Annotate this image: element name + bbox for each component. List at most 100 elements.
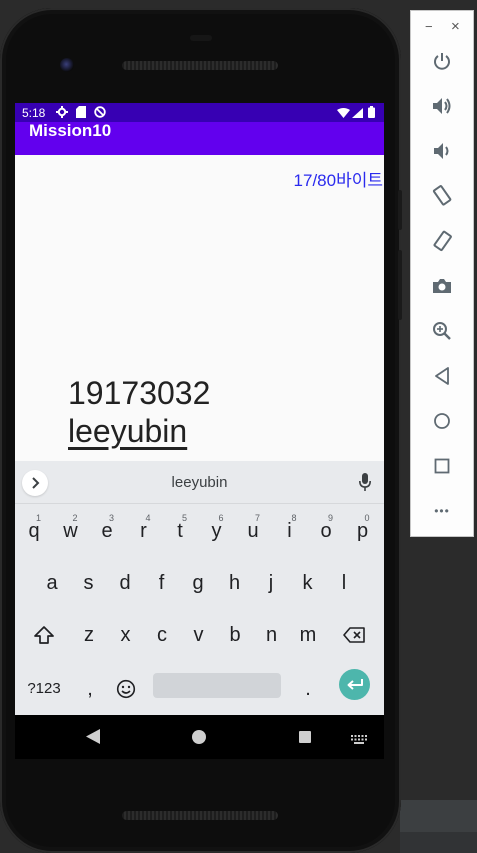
key-hint: 1 [35,513,41,523]
key-label: r [140,520,147,542]
symbols-key[interactable]: ?123 [25,667,63,711]
spacebar-key[interactable] [153,673,281,698]
key-f[interactable]: f [145,561,179,605]
key-x[interactable]: x [109,613,143,657]
action-bar: Mission10 [15,122,384,155]
key-hint: 7 [254,513,260,523]
key-hint: 6 [218,513,224,523]
key-label: w [63,520,78,542]
status-bar: 5:18 [15,103,384,122]
app-title: Mission10 [29,121,112,140]
navigation-bar [15,715,384,759]
settings-notification-icon [56,106,68,121]
key-j[interactable]: j [254,561,288,605]
back-icon[interactable] [430,364,454,388]
camera-icon[interactable] [430,274,454,298]
volume-side-button[interactable] [398,250,402,320]
key-v[interactable]: v [182,613,216,657]
battery-icon [368,106,375,121]
key-g[interactable]: g [181,561,215,605]
key-d[interactable]: d [108,561,142,605]
key-hint: 5 [181,513,187,523]
key-i[interactable]: 8i [273,509,307,553]
enter-key[interactable] [339,669,370,700]
shift-key[interactable] [27,613,61,657]
enter-icon [347,678,363,690]
key-w[interactable]: 2w [54,509,88,553]
zoom-icon[interactable] [430,319,454,343]
text-input-line-1[interactable]: 19173032 [68,375,210,412]
key-q[interactable]: 1q [17,509,51,553]
key-n[interactable]: n [255,613,289,657]
volume-up-icon[interactable] [430,94,454,118]
key-label: y [211,520,222,542]
bottom-speaker [122,811,278,820]
volume-down-icon[interactable] [430,139,454,163]
back-nav-icon[interactable] [85,729,101,750]
key-a[interactable]: a [35,561,69,605]
key-e[interactable]: 3e [90,509,124,553]
key-o[interactable]: 9o [309,509,343,553]
suggestion-word[interactable]: leeyubin [15,474,384,491]
key-hint: 8 [291,513,297,523]
earpiece-speaker [122,61,278,70]
data-saver-icon [94,106,106,121]
key-label: i [287,520,292,542]
key-z[interactable]: z [72,613,106,657]
text-input-line-2[interactable]: leeyubin [68,413,187,450]
home-icon[interactable] [430,409,454,433]
key-label: t [177,520,183,542]
minimize-button[interactable]: − [425,19,433,34]
close-button[interactable]: × [451,18,460,35]
recents-nav-icon[interactable] [299,731,311,743]
front-camera [60,58,74,72]
key-label: e [101,520,113,542]
key-b[interactable]: b [218,613,252,657]
key-u[interactable]: 7u [236,509,270,553]
key-label: u [247,520,259,542]
keyboard-switch-icon[interactable] [351,732,367,750]
period-key[interactable]: . [291,667,325,711]
power-icon[interactable] [430,49,454,73]
key-hint: 3 [108,513,114,523]
key-hint: 2 [72,513,78,523]
key-label: q [28,520,40,542]
key-s[interactable]: s [72,561,106,605]
home-nav-icon[interactable] [192,730,206,744]
emulator-toolbar: − × ••• [410,10,474,537]
key-t[interactable]: 5t [163,509,197,553]
power-side-button[interactable] [398,190,402,230]
key-h[interactable]: h [218,561,252,605]
more-options-icon[interactable]: ••• [430,499,454,523]
cell-signal-icon [352,107,363,121]
rotate-right-icon[interactable] [430,229,454,253]
proximity-sensor [190,35,212,41]
key-hint: 4 [145,513,151,523]
key-l[interactable]: l [327,561,361,605]
key-label: o [320,520,332,542]
key-hint: 9 [327,513,333,523]
backspace-key[interactable] [337,613,371,657]
microphone-icon[interactable] [359,473,371,496]
device-screen: 5:18 Mission10 17/80바이트 19173032 leeyubi… [15,103,384,715]
key-p[interactable]: 0p [346,509,380,553]
emoji-key[interactable] [109,667,143,711]
soft-keyboard: leeyubin 1q2w3e4r5t6y7u8i9o0p asdfghjkl … [15,461,384,715]
key-y[interactable]: 6y [200,509,234,553]
rotate-left-icon[interactable] [430,184,454,208]
key-k[interactable]: k [291,561,325,605]
status-time: 5:18 [22,106,46,120]
byte-counter: 17/80바이트 [293,171,383,190]
desktop-background-lower [400,832,477,853]
suggestion-strip: leeyubin [15,461,384,504]
key-label: p [356,520,369,542]
key-c[interactable]: c [145,613,179,657]
key-m[interactable]: m [291,613,325,657]
overview-icon[interactable] [430,454,454,478]
wifi-icon [337,107,350,121]
key-r[interactable]: 4r [127,509,161,553]
key-hint: 0 [364,513,370,523]
comma-key[interactable]: , [73,667,107,711]
sd-card-icon [76,106,86,121]
chevron-right-icon[interactable] [22,470,48,496]
